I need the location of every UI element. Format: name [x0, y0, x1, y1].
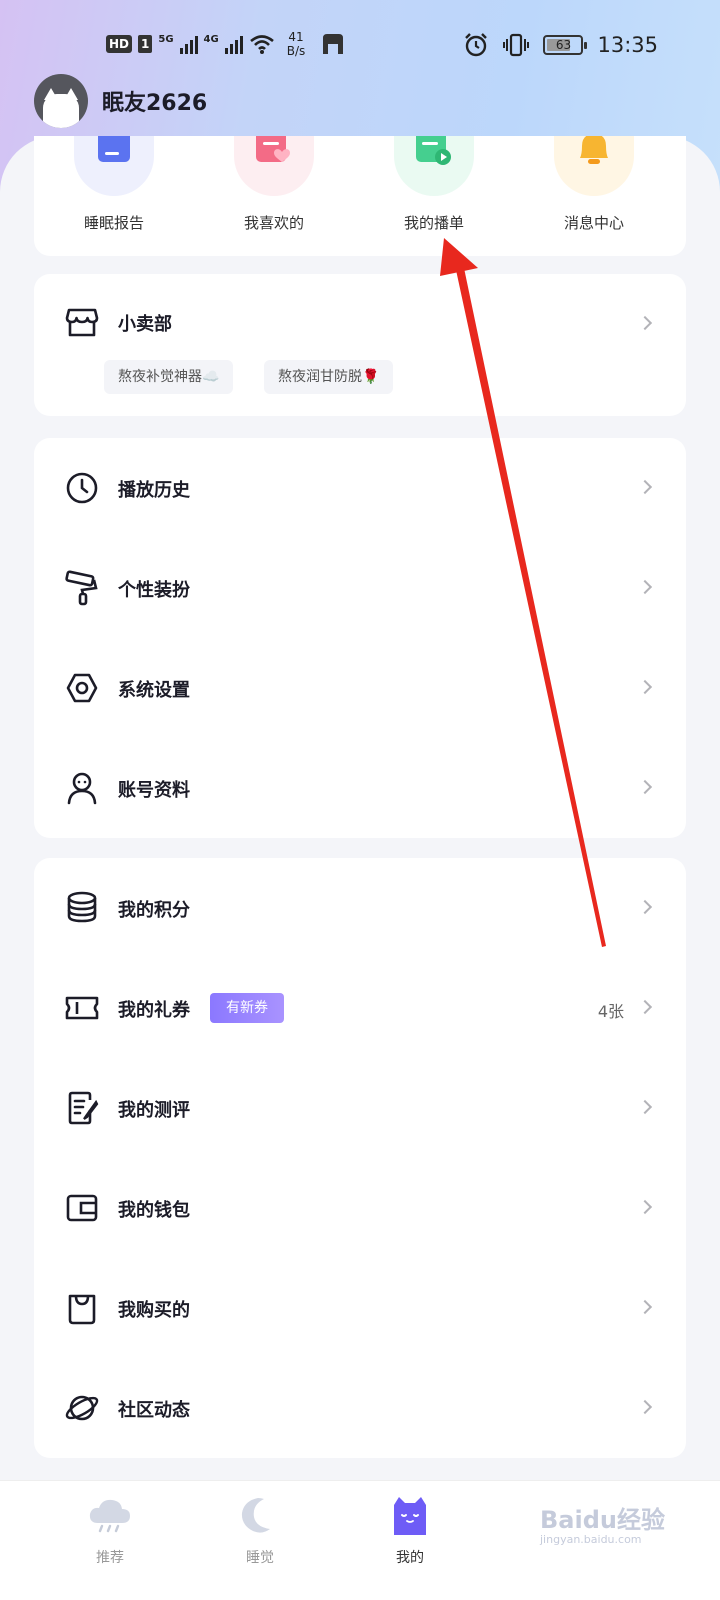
quick-action-label: 我喜欢的 [243, 214, 304, 232]
chevron-right-icon [637, 1099, 653, 1115]
menu-item-coupons[interactable]: 我的礼券 有新券 4张 [34, 958, 686, 1058]
clock-icon [66, 472, 98, 504]
hd-badge: HD [106, 35, 133, 53]
shopping-bag-icon [68, 1294, 96, 1325]
favorite-icon [234, 136, 314, 196]
network-4g-label: 4G [203, 33, 219, 45]
ticket-icon [65, 996, 99, 1020]
main-sheet: 睡眠报告 我喜欢的 我的播单 消息中心 小卖部 熬夜补觉神器☁️ 熬夜润甘防脱🌹… [0, 136, 720, 1600]
quick-actions-card: 睡眠报告 我喜欢的 我的播单 消息中心 [34, 136, 686, 256]
chevron-right-icon [637, 1299, 653, 1315]
quick-action-messages[interactable]: 消息中心 [524, 136, 664, 233]
menu-item-account[interactable]: 账号资料 [34, 738, 686, 838]
quick-action-favorites[interactable]: 我喜欢的 [204, 136, 344, 233]
clock: 13:35 [597, 33, 658, 57]
quick-action-label: 睡眠报告 [83, 214, 144, 232]
planet-icon [65, 1395, 99, 1421]
cloud-rain-icon [89, 1499, 130, 1533]
menu-item-label: 我的积分 [118, 900, 190, 921]
menu-item-label: 我购买的 [118, 1300, 190, 1321]
settings-icon [66, 673, 98, 703]
menu-item-settings[interactable]: 系统设置 [34, 638, 686, 738]
chevron-right-icon [637, 999, 653, 1015]
chevron-right-icon [637, 1399, 653, 1415]
profile-header[interactable]: 眠友2626 [34, 74, 207, 128]
tab-label: 我的 [396, 1550, 424, 1566]
assessment-icon [68, 1091, 99, 1125]
quick-action-label: 我的播单 [403, 214, 464, 232]
tab-sleep[interactable]: 睡觉 [200, 1495, 320, 1567]
watermark-text: Baidu经验 [540, 1506, 665, 1534]
moon-icon [241, 1498, 270, 1533]
menu-item-label: 账号资料 [118, 780, 190, 801]
alarm-icon [465, 33, 488, 57]
quick-action-label: 消息中心 [563, 214, 624, 232]
chevron-right-icon [637, 679, 653, 695]
menu-item-label: 个性装扮 [118, 580, 190, 601]
wifi-icon [249, 35, 274, 54]
menu-group-settings: 播放历史 个性装扮 系统设置 账号资料 [34, 438, 686, 838]
speed-value: 41 [288, 30, 304, 44]
menu-item-label: 播放历史 [118, 480, 190, 501]
user-icon [67, 772, 97, 805]
playlist-icon [394, 136, 474, 196]
tab-label: 推荐 [96, 1550, 124, 1566]
wallet-icon [66, 1194, 98, 1222]
chevron-right-icon [637, 579, 653, 595]
menu-item-label: 我的钱包 [118, 1200, 190, 1221]
quick-action-sleep-report[interactable]: 睡眠报告 [44, 136, 184, 233]
shop-tag[interactable]: 熬夜补觉神器☁️ [104, 360, 234, 394]
tab-mine[interactable]: 我的 [350, 1495, 470, 1567]
tab-label: 睡觉 [246, 1550, 274, 1566]
new-coupon-badge: 有新券 [210, 993, 284, 1023]
menu-item-label: 我的测评 [118, 1100, 190, 1121]
menu-item-play-history[interactable]: 播放历史 [34, 438, 686, 538]
quick-action-playlist[interactable]: 我的播单 [364, 136, 504, 233]
menu-group-account: 我的积分 我的礼券 有新券 4张 我的测评 我的钱包 我购买的 社区动态 [34, 858, 686, 1458]
shop-title: 小卖部 [118, 314, 172, 335]
chevron-right-icon [637, 779, 653, 795]
store-icon [65, 308, 99, 337]
paint-roller-icon [65, 570, 98, 606]
network-speed: 41 B/s [287, 30, 306, 58]
menu-item-label: 我的礼券 [118, 1000, 190, 1021]
chevron-right-icon [637, 1199, 653, 1215]
battery-level: 63 [555, 38, 572, 52]
chevron-right-icon [637, 479, 653, 495]
baidu-watermark: Baidu经验 jingyan.baidu.com [540, 1500, 665, 1546]
menu-item-wallet[interactable]: 我的钱包 [34, 1158, 686, 1258]
username[interactable]: 眠友2626 [102, 85, 207, 117]
speed-unit: B/s [286, 44, 306, 58]
menu-item-community[interactable]: 社区动态 [34, 1358, 686, 1458]
bell-icon [554, 136, 634, 196]
app-notification-icon [323, 34, 344, 54]
signal-icon [179, 34, 198, 54]
status-left: HD 1 5G 4G 41 B/s [106, 30, 345, 58]
battery-indicator: 63 [543, 35, 588, 55]
sleep-report-icon [74, 136, 154, 196]
shop-tag[interactable]: 熬夜润甘防脱🌹 [264, 360, 394, 394]
status-right: 63 13:35 [463, 32, 658, 58]
coins-icon [67, 891, 97, 923]
cat-icon [394, 1497, 426, 1535]
coupon-count: 4张 [597, 1002, 624, 1021]
chevron-right-icon [637, 899, 653, 915]
avatar[interactable] [34, 74, 88, 128]
signal-icon [224, 34, 243, 54]
network-5g-label: 5G [158, 33, 174, 45]
menu-item-label: 社区动态 [118, 1400, 190, 1421]
chevron-right-icon [637, 315, 653, 331]
menu-item-personalize[interactable]: 个性装扮 [34, 538, 686, 638]
sim-badge: 1 [138, 35, 153, 53]
tab-recommend[interactable]: 推荐 [50, 1495, 170, 1567]
menu-item-points[interactable]: 我的积分 [34, 858, 686, 958]
watermark-subtext: jingyan.baidu.com [540, 1533, 642, 1546]
menu-item-label: 系统设置 [118, 680, 190, 701]
vibrate-icon [503, 33, 530, 57]
menu-item-purchased[interactable]: 我购买的 [34, 1258, 686, 1358]
menu-item-assessment[interactable]: 我的测评 [34, 1058, 686, 1158]
shop-card[interactable]: 小卖部 熬夜补觉神器☁️ 熬夜润甘防脱🌹 [34, 274, 686, 416]
